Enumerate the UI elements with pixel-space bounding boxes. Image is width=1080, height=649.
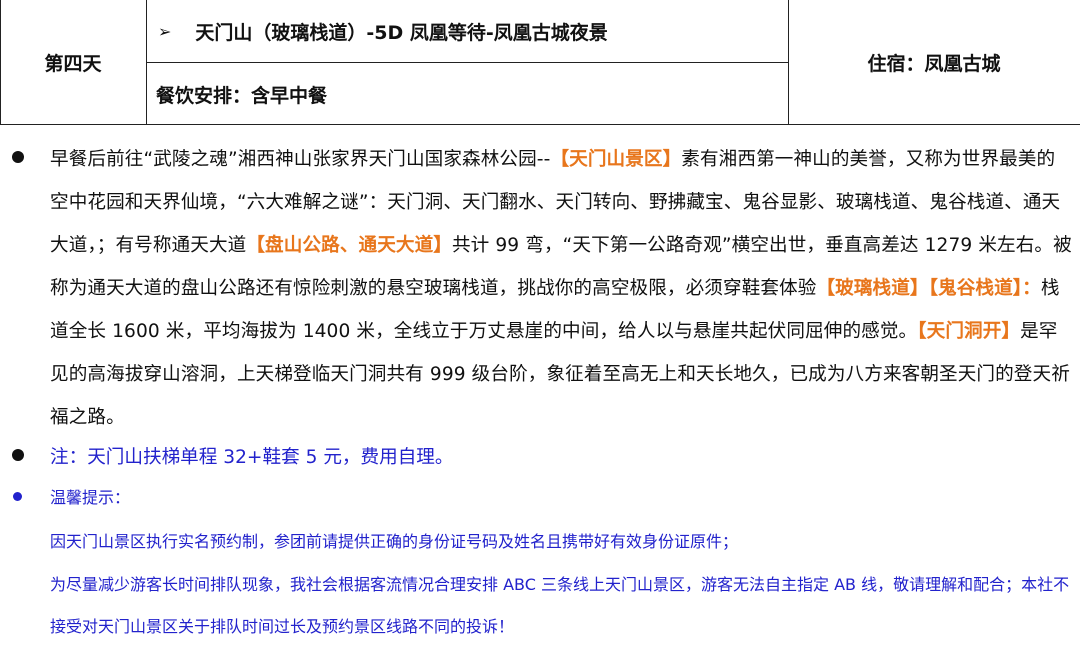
highlight-seg: 【天门洞开】 <box>917 321 1021 342</box>
day-label: 第四天 <box>44 53 102 75</box>
tip-item: 因天门山景区执行实名预约制，参团前请提供正确的身份证号码及姓名且携带好有效身份证… <box>50 532 739 551</box>
bullet-icon <box>12 449 24 461</box>
highlight-seg: 【天门山景区】 <box>550 149 682 170</box>
arrow-bullet-icon: ➢ <box>158 21 172 41</box>
route-title: ➢ 天门山（玻璃栈道）-5D 凤凰等待-凤凰古城夜景 <box>146 0 788 62</box>
day-header-table: 第四天 ➢ 天门山（玻璃栈道）-5D 凤凰等待-凤凰古城夜景 餐饮安排：含早中餐… <box>0 0 1080 125</box>
highlight-seg: 【盘山公路、通天大道】 <box>246 235 452 256</box>
tip-item: 为尽量减少游客长时间排队现象，我社会根据客流情况合理安排 ABC 三条线上天门山… <box>50 575 1070 636</box>
fee-note: 注：天门山扶梯单程 32+鞋套 5 元，费用自理。 <box>50 447 454 468</box>
accommodation-info: 住宿：凤凰古城 <box>867 53 1001 75</box>
main-paragraph: 早餐后前往“武陵之魂”湘西神山张家界天门山国家森林公园--【天门山景区】素有湘西… <box>50 138 1072 439</box>
highlight-seg: 【玻璃栈道】【鬼谷栈道】： <box>816 278 1041 299</box>
route-text: 天门山（玻璃栈道）-5D 凤凰等待-凤凰古城夜景 <box>195 21 608 44</box>
itinerary-page: 第四天 ➢ 天门山（玻璃栈道）-5D 凤凰等待-凤凰古城夜景 餐饮安排：含早中餐… <box>0 0 1080 649</box>
para-seg: 早餐后前往“武陵之魂”湘西神山张家界天门山国家森林公园-- <box>50 149 551 170</box>
tips-title: 温馨提示： <box>50 488 131 507</box>
bullet-icon <box>12 151 24 163</box>
bullet-icon <box>13 492 22 501</box>
meals-info: 餐饮安排：含早中餐 <box>156 84 328 107</box>
